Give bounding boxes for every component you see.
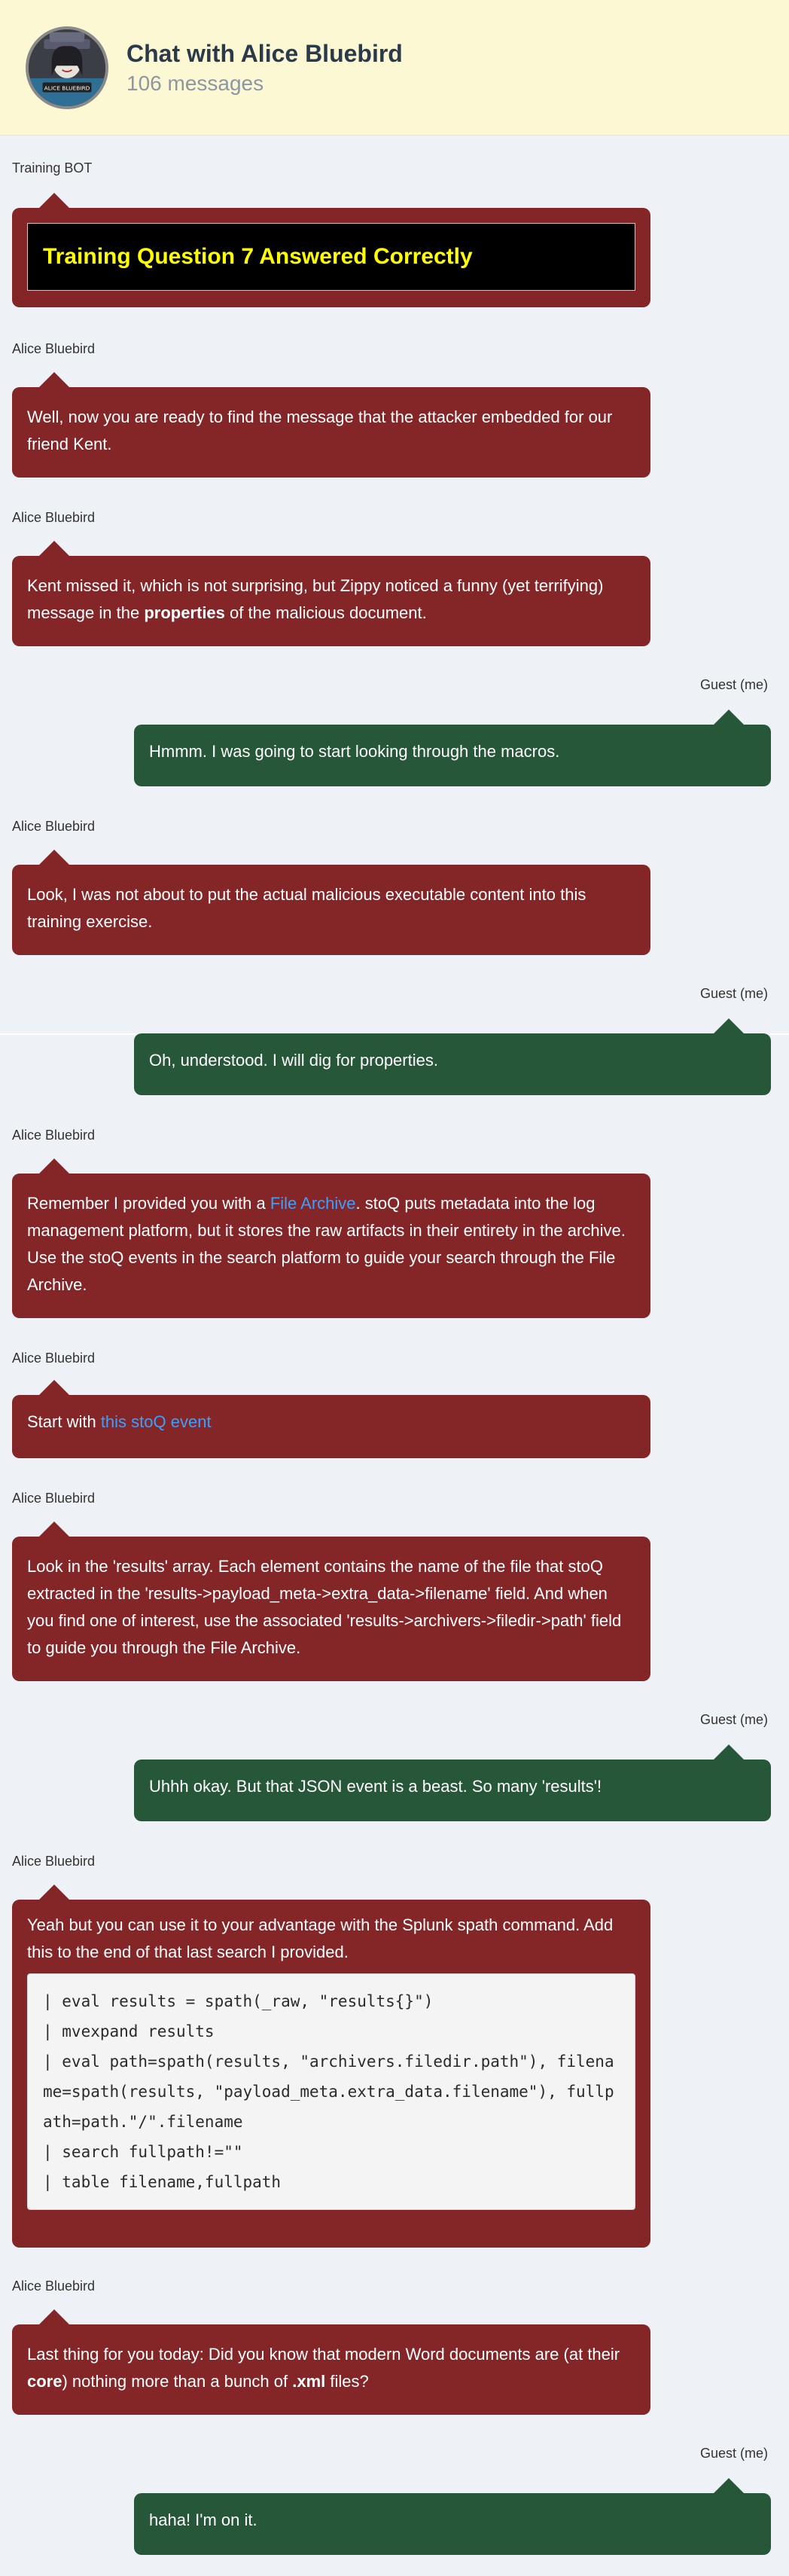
file-archive-link[interactable]: File Archive — [270, 1194, 356, 1213]
chat-message: Yeah but you can use it to your advantag… — [12, 1885, 650, 2248]
stoq-event-link[interactable]: this stoQ event — [101, 1412, 212, 1431]
chat-message: Look in the 'results' array. Each elemen… — [12, 1521, 650, 1681]
message-text: ) nothing more than a bunch of — [62, 2372, 293, 2391]
message-text: Start with — [27, 1412, 101, 1431]
message-text: Yeah but you can use it to your advantag… — [27, 1915, 614, 1961]
training-result-text: Training Question 7 Answered Correctly — [43, 244, 473, 269]
message-text: Look in the 'results' array. Each elemen… — [27, 1557, 622, 1657]
chat-message: haha! I'm on it. — [134, 2478, 771, 2555]
message-sender: Guest (me) — [699, 2446, 768, 2461]
message-text: Look, I was not about to put the actual … — [27, 885, 586, 931]
message-sender: Training BOT — [12, 160, 93, 175]
message-text: Hmmm. I was going to start looking throu… — [149, 742, 560, 761]
training-banner: Training Question 7 Answered Correctly — [27, 223, 635, 291]
message-text: Remember I provided you with a — [27, 1194, 270, 1213]
message-sender: Alice Bluebird — [12, 1854, 96, 1869]
message-sender: Alice Bluebird — [12, 819, 96, 834]
chat-message: Look, I was not about to put the actual … — [12, 850, 650, 955]
message-count: 106 messages — [126, 71, 264, 95]
avatar: ALICE BLUEBIRD — [26, 26, 108, 109]
chat-message: Uhhh okay. But that JSON event is a beas… — [134, 1744, 771, 1821]
message-bold-text: .xml — [292, 2372, 326, 2391]
message-text: Well, now you are ready to find the mess… — [27, 407, 613, 453]
chat-title: Chat with Alice Bluebird — [126, 39, 403, 67]
avatar-caption: ALICE BLUEBIRD — [44, 84, 90, 91]
training-bot-message: Training Question 7 Answered Correctly — [12, 193, 650, 307]
message-sender: Alice Bluebird — [12, 1128, 96, 1143]
alice-avatar-icon: ALICE BLUEBIRD — [29, 29, 105, 106]
chat-message: Hmmm. I was going to start looking throu… — [134, 710, 771, 786]
chat-message: Kent missed it, which is not surprising,… — [12, 541, 650, 646]
message-sender: Alice Bluebird — [12, 2278, 96, 2294]
chat-message: Start with this stoQ event — [12, 1380, 650, 1458]
message-sender: Alice Bluebird — [12, 341, 96, 356]
message-sender: Alice Bluebird — [12, 1351, 96, 1366]
message-sender: Guest (me) — [699, 986, 768, 1001]
chat-message: Well, now you are ready to find the mess… — [12, 372, 650, 478]
message-text: haha! I'm on it. — [149, 2510, 257, 2529]
chat-message: Oh, understood. I will dig for propertie… — [134, 1018, 771, 1095]
chat-message: Last thing for you today: Did you know t… — [12, 2309, 650, 2415]
code-block: | eval results = spath(_raw, "results{}"… — [27, 1973, 635, 2210]
message-text: Oh, understood. I will dig for propertie… — [149, 1051, 438, 1070]
message-sender: Alice Bluebird — [12, 1491, 96, 1506]
message-text: Uhhh okay. But that JSON event is a beas… — [149, 1777, 602, 1796]
message-bold-text: properties — [144, 603, 225, 622]
message-text: files? — [325, 2372, 369, 2391]
message-sender: Guest (me) — [699, 677, 768, 692]
chat-message: Remember I provided you with a File Arch… — [12, 1158, 650, 1318]
message-bold-text: core — [27, 2372, 62, 2391]
message-sender: Alice Bluebird — [12, 510, 96, 525]
message-text: of the malicious document. — [224, 603, 427, 622]
message-sender: Guest (me) — [699, 1712, 768, 1727]
chat-header: ALICE BLUEBIRD Chat with Alice Bluebird … — [0, 0, 789, 136]
message-text: Last thing for you today: Did you know t… — [27, 2345, 620, 2364]
